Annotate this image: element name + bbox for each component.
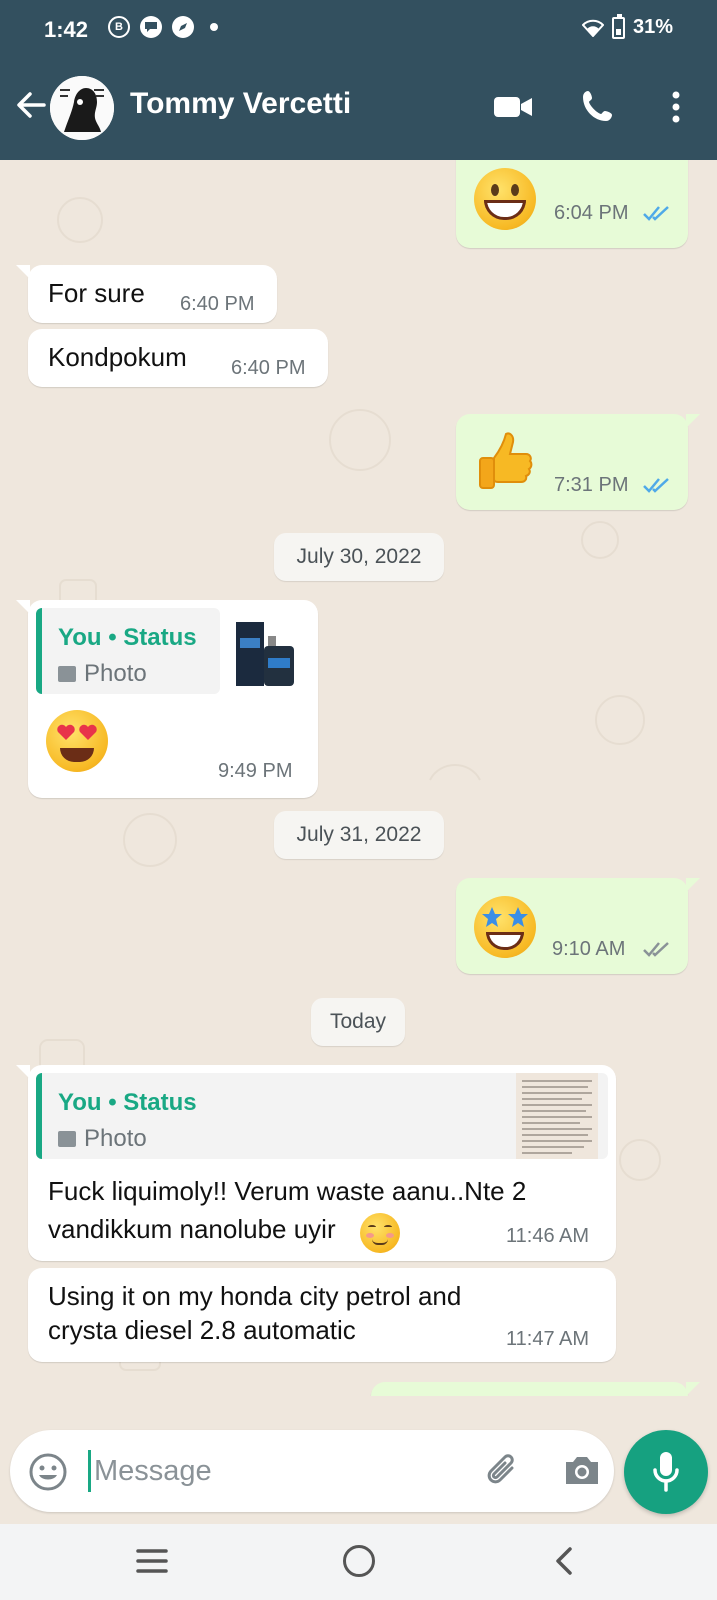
message-time: 9:10 AM	[552, 938, 626, 960]
chat-notification-icon	[140, 16, 162, 38]
status-thumbnail-product-icon	[228, 608, 312, 694]
microphone-icon	[653, 1452, 679, 1492]
message-input[interactable]	[94, 1450, 454, 1492]
message-text-line2: vandikkum nanolube uyir	[48, 1214, 336, 1244]
message-bubble-incoming[interactable]: You • Status Photo 9:49 PM	[16, 600, 318, 798]
quote-accent-bar	[36, 1073, 42, 1159]
status-time: 1:42	[44, 17, 89, 42]
contact-avatar[interactable]	[50, 76, 114, 140]
wifi-icon	[581, 19, 604, 37]
message-time: 6:40 PM	[231, 357, 306, 379]
message-text-line1: Fuck liquimoly!! Verum waste aanu..Nte 2	[48, 1176, 527, 1206]
date-divider: July 30, 2022	[274, 533, 444, 581]
quote-title: You • Status	[58, 624, 197, 651]
video-call-icon[interactable]	[493, 94, 533, 120]
quote-title: You • Status	[58, 1089, 197, 1116]
attach-paperclip-icon[interactable]	[482, 1450, 524, 1492]
thumbs-up-emoji-icon	[479, 432, 533, 489]
notification-icons: B	[108, 16, 218, 38]
quoted-status[interactable]: You • Status Photo	[36, 1073, 608, 1159]
battery-percent: 31%	[632, 16, 673, 38]
quote-subtitle: Photo	[58, 1125, 147, 1153]
date-divider: Today	[311, 998, 405, 1046]
system-navigation-bar	[0, 1524, 717, 1600]
status-thumbnail-text-icon	[516, 1073, 598, 1159]
chat-messages[interactable]: 6:04 PM For sure 6:40 PM Kondpokum 6:40 …	[0, 160, 717, 1422]
recent-apps-icon[interactable]	[136, 1548, 168, 1574]
avatar-artwork-icon	[50, 76, 114, 140]
grinning-face-emoji-icon	[474, 168, 536, 230]
message-bubble-incoming[interactable]: You • Status Photo Fuck liquimoly!! Veru…	[16, 1065, 616, 1261]
quoted-status[interactable]: You • Status Photo	[36, 608, 220, 694]
compass-notification-icon	[172, 16, 194, 38]
message-text: For sure	[48, 278, 145, 308]
message-bubble-incoming[interactable]: Kondpokum 6:40 PM	[28, 329, 328, 387]
b-notification-icon: B	[108, 16, 130, 38]
system-indicators: 31%	[581, 13, 673, 39]
message-time: 7:31 PM	[554, 474, 629, 496]
voice-record-button[interactable]	[624, 1430, 708, 1514]
contact-name[interactable]: Tommy Vercetti	[130, 87, 351, 121]
chat-bottom-fade	[0, 1396, 717, 1422]
chat-header: Tommy Vercetti	[0, 60, 717, 160]
photo-icon	[58, 1131, 76, 1147]
message-time: 9:49 PM	[218, 760, 293, 782]
message-text-line2: crysta diesel 2.8 automatic	[48, 1315, 356, 1345]
message-bubble-incoming[interactable]: For sure 6:40 PM	[16, 265, 277, 323]
heart-eyes-emoji-icon	[46, 710, 108, 772]
delivered-double-check-icon	[643, 942, 669, 957]
back-arrow-icon[interactable]	[14, 88, 48, 122]
photo-icon	[58, 666, 76, 682]
message-time: 6:40 PM	[180, 293, 255, 315]
message-time: 11:47 AM	[506, 1328, 590, 1350]
text-cursor	[88, 1450, 91, 1492]
home-icon[interactable]	[343, 1545, 375, 1577]
battery-icon	[611, 13, 625, 39]
star-struck-emoji-icon	[474, 896, 536, 958]
read-double-check-icon	[643, 478, 669, 493]
quote-subtitle: Photo	[58, 660, 147, 688]
message-bubble-outgoing[interactable]: 7:31 PM	[456, 414, 700, 510]
message-bubble-outgoing[interactable]: 6:04 PM	[456, 160, 688, 248]
quote-accent-bar	[36, 608, 42, 694]
nav-back-icon[interactable]	[550, 1546, 580, 1576]
more-notifications-dot-icon	[210, 23, 218, 31]
message-text: Kondpokum	[48, 342, 187, 372]
camera-icon[interactable]	[562, 1452, 602, 1488]
emoji-picker-icon[interactable]	[28, 1452, 68, 1492]
date-divider: July 31, 2022	[274, 811, 444, 859]
message-time: 6:04 PM	[554, 202, 629, 224]
message-bubble-outgoing[interactable]: 9:10 AM	[456, 878, 700, 974]
smiling-blush-emoji-icon	[360, 1213, 400, 1253]
message-bubble-incoming[interactable]: Using it on my honda city petrol and cry…	[28, 1268, 616, 1362]
message-composer	[10, 1430, 614, 1512]
message-text-line1: Using it on my honda city petrol and	[48, 1281, 462, 1311]
read-double-check-icon	[643, 206, 669, 221]
status-bar: 1:42 B 31%	[0, 0, 717, 60]
message-time: 11:46 AM	[506, 1225, 590, 1247]
more-options-icon[interactable]	[664, 90, 688, 124]
voice-call-icon[interactable]	[580, 88, 616, 124]
